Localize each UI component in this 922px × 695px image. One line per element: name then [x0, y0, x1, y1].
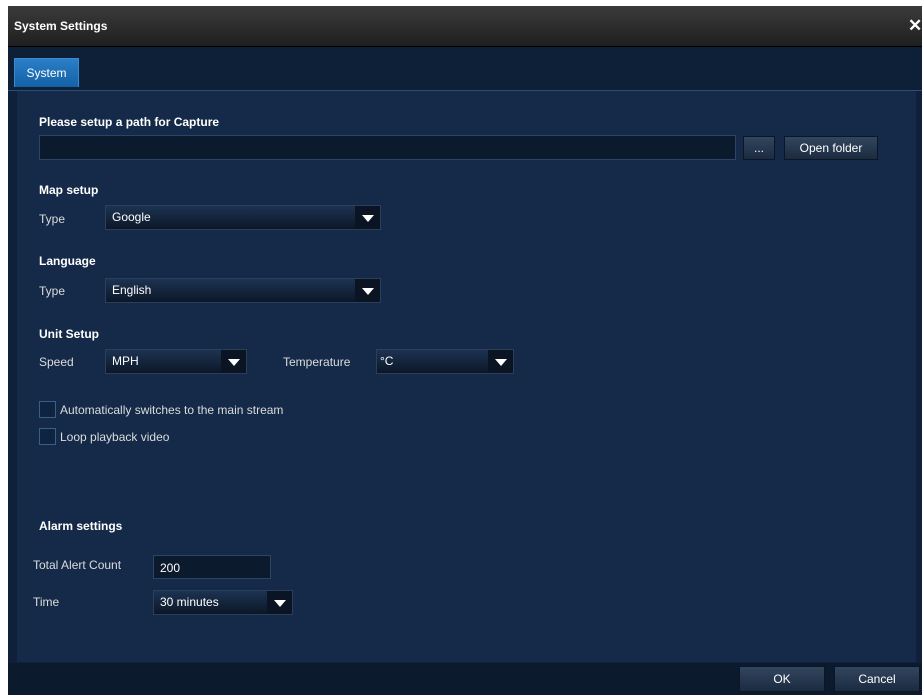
chevron-down-icon[interactable] [355, 206, 380, 229]
capture-path-input[interactable] [39, 135, 736, 160]
language-type-value: English [112, 283, 152, 297]
chevron-down-icon[interactable] [488, 350, 513, 373]
chevron-down-icon[interactable] [221, 350, 246, 373]
close-icon[interactable]: ✕ [908, 14, 922, 38]
time-value: 30 minutes [160, 595, 219, 609]
language-section-title: Language [39, 254, 96, 268]
alert-count-input[interactable]: 200 [153, 555, 271, 579]
tab-strip: System [8, 47, 922, 91]
time-label: Time [33, 595, 60, 609]
map-type-label: Type [39, 212, 66, 226]
open-folder-button[interactable]: Open folder [784, 136, 878, 160]
speed-select[interactable]: MPH [105, 349, 247, 374]
tab-system[interactable]: System [14, 58, 79, 87]
speed-label: Speed [39, 355, 74, 369]
unit-section-title: Unit Setup [39, 327, 99, 341]
alert-count-label: Total Alert Count [33, 558, 122, 572]
auto-main-stream-label: Automatically switches to the main strea… [60, 403, 284, 417]
map-type-value: Google [112, 210, 151, 224]
system-settings-dialog: System Settings ✕ System Please setup a … [8, 6, 922, 695]
chevron-down-icon[interactable] [267, 591, 292, 614]
temperature-label: Temperature [283, 355, 351, 369]
alarm-section-title: Alarm settings [39, 519, 123, 533]
cancel-button[interactable]: Cancel [834, 666, 920, 692]
temperature-value: °C [380, 354, 394, 368]
chevron-down-icon[interactable] [355, 279, 380, 302]
title-bar: System Settings ✕ [8, 6, 922, 47]
browse-button[interactable]: ... [743, 136, 775, 160]
capture-section-title: Please setup a path for Capture [39, 115, 220, 129]
auto-main-stream-checkbox[interactable] [39, 401, 56, 418]
settings-panel: Please setup a path for Capture ... Open… [17, 91, 916, 662]
map-section-title: Map setup [39, 183, 99, 197]
ok-button[interactable]: OK [739, 666, 825, 692]
loop-playback-checkbox[interactable] [39, 428, 56, 445]
dialog-footer: OK Cancel [8, 663, 922, 695]
speed-value: MPH [112, 354, 139, 368]
time-select[interactable]: 30 minutes [153, 590, 293, 615]
language-type-label: Type [39, 284, 66, 298]
temperature-select[interactable]: °C [376, 349, 514, 374]
map-type-select[interactable]: Google [105, 205, 381, 230]
loop-playback-label: Loop playback video [60, 430, 170, 444]
language-type-select[interactable]: English [105, 278, 381, 303]
window-title: System Settings [14, 19, 108, 33]
